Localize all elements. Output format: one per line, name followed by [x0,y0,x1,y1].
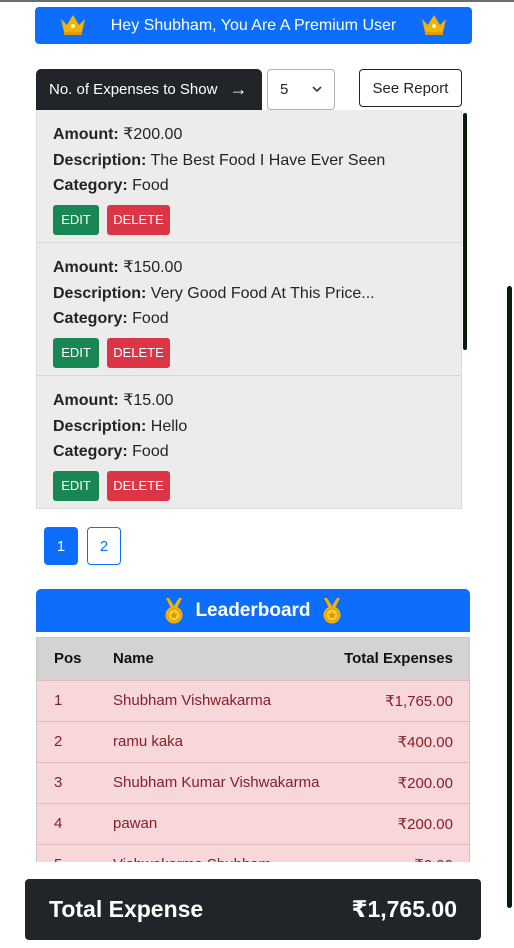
cell-total: ₹400.00 [334,720,469,762]
column-header-pos: Pos [37,638,113,680]
page-button-2[interactable]: 2 [87,527,121,565]
description-label: Description: [53,284,147,302]
leaderboard-table[interactable]: Pos Name Total Expenses 1 Shubham Vishwa… [36,637,470,862]
description-label: Description: [53,151,147,169]
pagination: 1 2 [44,527,121,565]
total-expense-label: Total Expense [49,896,204,922]
medal-icon [323,597,341,623]
expense-category: Food [132,177,169,194]
table-row: 4 pawan ₹200.00 [37,802,469,844]
expense-category: Food [132,310,169,327]
expenses-count-select-value: 5 [280,81,289,98]
expense-description: Hello [150,417,188,435]
edit-button[interactable]: EDIT [53,337,99,368]
cell-name: Shubham Vishwakarma [113,679,335,721]
delete-button[interactable]: DELETE [107,470,170,501]
cell-name: Vishwakarma Shubham [113,843,335,862]
description-label: Description: [53,417,147,435]
expenses-count-label-text: No. of Expenses to Show [49,81,218,98]
cell-total: ₹0.00 [334,843,469,862]
expense-item: Amount: ₹15.00 Description: Hello Catego… [37,376,461,508]
expense-controls: No. of Expenses to Show → 5 See Report [36,68,466,110]
medal-icon [165,597,183,623]
cell-pos: 2 [37,720,113,762]
edit-button[interactable]: EDIT [53,204,99,235]
amount-label: Amount: [53,392,119,409]
crown-icon [422,15,446,35]
expense-item: Amount: ₹150.00 Description: Very Good F… [37,243,461,376]
amount-label: Amount: [53,259,119,276]
amount-label: Amount: [53,126,119,143]
see-report-button[interactable]: See Report [359,69,462,107]
expense-description: Very Good Food At This Price... [150,284,375,302]
delete-button[interactable]: DELETE [107,204,170,235]
premium-banner: Hey Shubham, You Are A Premium User [35,7,472,44]
expense-category: Food [132,443,169,460]
expense-amount: ₹15.00 [123,392,174,409]
column-header-total: Total Expenses [334,638,469,680]
category-label: Category: [53,443,128,460]
total-expense-value: ₹1,765.00 [351,896,457,922]
column-header-name: Name [113,638,335,680]
expense-amount: ₹200.00 [123,126,183,143]
table-header-row: Pos Name Total Expenses [37,638,469,680]
cell-total: ₹200.00 [334,802,469,844]
cell-pos: 1 [37,679,113,721]
expense-item: Amount: ₹200.00 Description: The Best Fo… [37,110,461,243]
cell-total: ₹200.00 [334,761,469,803]
total-expense-bar: Total Expense ₹1,765.00 [25,879,481,940]
table-row: 1 Shubham Vishwakarma ₹1,765.00 [37,679,469,721]
crown-icon [61,15,85,35]
expenses-count-label: No. of Expenses to Show → [36,69,262,110]
category-label: Category: [53,310,128,327]
table-row: 2 ramu kaka ₹400.00 [37,720,469,762]
expense-list[interactable]: Amount: ₹200.00 Description: The Best Fo… [36,110,462,509]
table-row: 3 Shubham Kumar Vishwakarma ₹200.00 [37,761,469,803]
cell-pos: 5 [37,843,113,862]
premium-banner-text: Hey Shubham, You Are A Premium User [110,16,397,34]
leaderboard-title: Leaderboard [195,599,311,621]
arrow-right-icon: → [229,79,248,99]
cell-pos: 3 [37,761,113,803]
table-row: 5 Vishwakarma Shubham ₹0.00 [37,843,469,862]
cell-name: pawan [113,802,335,844]
cell-total: ₹1,765.00 [334,679,469,721]
cell-name: ramu kaka [113,720,335,762]
expense-amount: ₹150.00 [123,259,183,276]
cell-name: Shubham Kumar Vishwakarma [113,761,335,803]
page-scrollbar[interactable] [507,286,512,908]
leaderboard-header: Leaderboard [36,589,470,632]
delete-button[interactable]: DELETE [107,337,170,368]
page-button-1[interactable]: 1 [44,527,78,565]
expense-list-scrollbar[interactable] [463,113,467,350]
chevron-down-icon [312,86,322,93]
expenses-count-select[interactable]: 5 [267,69,335,110]
expense-description: The Best Food I Have Ever Seen [150,151,386,169]
edit-button[interactable]: EDIT [53,470,99,501]
cell-pos: 4 [37,802,113,844]
category-label: Category: [53,177,128,194]
